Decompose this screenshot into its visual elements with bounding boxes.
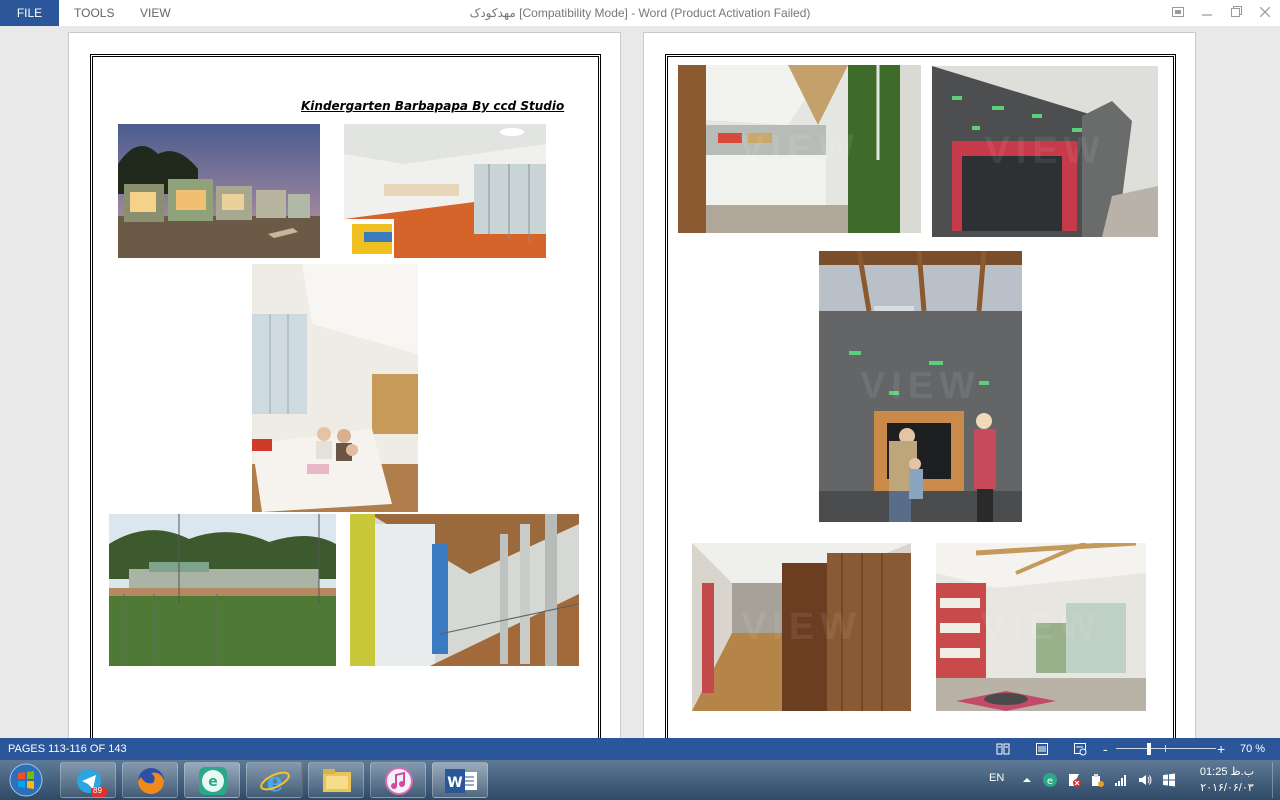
tools-menu[interactable]: TOOLS	[74, 0, 114, 26]
taskbar-internet-explorer[interactable]: e	[246, 762, 302, 798]
document-page-right[interactable]: VIEW VIEW VIEW VIEW VIEW	[643, 32, 1196, 738]
system-clock[interactable]: 01:25 ب.ظ ۲۰۱۶/۰۶/۰۳	[1192, 764, 1262, 796]
zoom-slider-midpoint	[1165, 745, 1166, 752]
image-watermark: VIEW	[738, 127, 861, 170]
taskbar-itunes[interactable]	[370, 762, 426, 798]
show-hidden-icons-icon[interactable]	[1019, 772, 1035, 788]
document-heading: Kindergarten Barbapapa By ccd Studio	[301, 99, 565, 113]
telegram-badge: 89	[93, 786, 102, 795]
taskbar-eset[interactable]: e	[184, 762, 240, 798]
clock-time: 01:25 ب.ظ	[1199, 766, 1255, 778]
image-watermark: VIEW	[980, 605, 1102, 648]
network-signal-icon[interactable]	[1113, 772, 1129, 788]
restore-icon[interactable]	[1227, 4, 1245, 22]
title-bar: FILE TOOLS VIEW مهدکودک [Compatibility M…	[0, 0, 1280, 26]
web-layout-icon[interactable]	[1072, 741, 1088, 757]
close-icon[interactable]	[1256, 4, 1274, 22]
view-menu[interactable]: VIEW	[140, 0, 171, 26]
image-watermark: VIEW	[859, 365, 982, 407]
show-desktop-button[interactable]	[1272, 762, 1278, 798]
zoom-slider[interactable]	[1116, 748, 1216, 749]
taskbar-telegram[interactable]: 89	[60, 762, 116, 798]
eset-tray-icon[interactable]: e	[1042, 772, 1058, 788]
svg-text:W: W	[447, 775, 462, 791]
zoom-out-button[interactable]: -	[1103, 738, 1108, 760]
document-page-left[interactable]: Kindergarten Barbapapa By ccd Studio	[68, 32, 621, 738]
language-indicator[interactable]: EN	[989, 772, 1004, 784]
taskbar-firefox[interactable]	[122, 762, 178, 798]
photo-sports-field	[109, 514, 336, 666]
zoom-in-button[interactable]: +	[1217, 738, 1225, 760]
svg-text:e: e	[1047, 776, 1053, 787]
document-canvas[interactable]: Kindergarten Barbapapa By ccd Studio VIE…	[0, 26, 1280, 738]
photo-wood-corridor	[350, 514, 579, 666]
windows-flag-icon[interactable]	[1161, 772, 1177, 788]
photo-interior-green-panel: VIEW	[678, 65, 921, 233]
taskbar-word[interactable]: W	[432, 762, 488, 798]
taskbar: 89 e e W EN e 01:25 ب.ظ ۲۰۱۶/۰۶/۰۳	[0, 760, 1280, 800]
file-menu[interactable]: FILE	[0, 0, 59, 26]
photo-interior-orange-floor	[344, 124, 546, 258]
image-watermark: VIEW	[984, 130, 1106, 172]
minimize-icon[interactable]	[1198, 4, 1216, 22]
photo-exterior-dusk	[118, 124, 320, 258]
full-screen-icon[interactable]	[1169, 4, 1187, 22]
zoom-slider-thumb[interactable]	[1147, 743, 1151, 755]
print-layout-icon[interactable]	[1034, 741, 1050, 757]
start-button[interactable]	[6, 762, 46, 798]
zoom-level[interactable]: 70 %	[1240, 738, 1265, 760]
page-count[interactable]: PAGES 113-116 OF 143	[8, 738, 127, 760]
taskbar-file-explorer[interactable]	[308, 762, 364, 798]
photo-family-at-window: VIEW	[819, 251, 1022, 522]
svg-text:e: e	[208, 774, 218, 790]
clock-date: ۲۰۱۶/۰۶/۰۳	[1200, 782, 1254, 794]
usb-device-icon[interactable]	[1089, 772, 1105, 788]
read-mode-icon[interactable]	[995, 741, 1011, 757]
action-center-warning-icon[interactable]	[1066, 772, 1082, 788]
image-watermark: VIEW	[740, 605, 863, 648]
photo-play-room: VIEW	[936, 543, 1146, 711]
taskbar-separator	[301, 764, 303, 796]
photo-long-corridor: VIEW	[692, 543, 911, 711]
status-bar: PAGES 113-116 OF 143 - + 70 %	[0, 738, 1280, 760]
window-title: مهدکودک [Compatibility Mode] - Word (Pro…	[469, 6, 811, 20]
volume-icon[interactable]	[1137, 772, 1153, 788]
photo-brick-exterior: VIEW	[932, 66, 1158, 237]
photo-classroom-children	[252, 264, 418, 512]
